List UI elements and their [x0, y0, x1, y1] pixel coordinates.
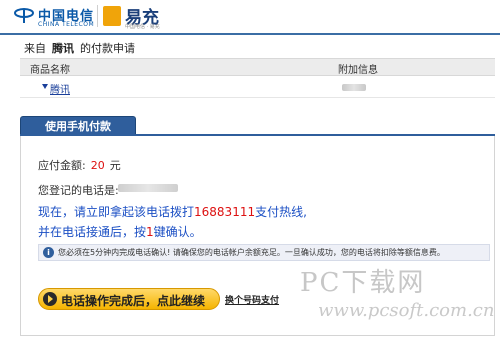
- amount-unit: 元: [109, 159, 121, 172]
- instruction-line-1: 现在，请立即拿起该电话拨打16883111支付热线,: [38, 203, 307, 220]
- notice-text: 您必须在5分钟内完成电话确认! 请确保您的电话帐户余额充足。一旦确认成功，您的电…: [58, 248, 445, 257]
- info-icon: i: [43, 247, 54, 258]
- telecom-brand-english: CHINA TELECOM: [38, 21, 95, 28]
- hotline-number: 16883111: [194, 205, 256, 219]
- play-arrow-icon: [43, 292, 57, 306]
- china-telecom-logo-icon: [14, 8, 34, 23]
- merchant-name: 腾讯: [52, 42, 74, 55]
- amount-row: 应付金额: 20 元: [38, 157, 121, 173]
- extra-info-redacted: [342, 84, 366, 91]
- merchant-prefix: 来自: [24, 42, 46, 55]
- phone-number-redacted: [118, 184, 178, 192]
- table-row: 腾讯: [20, 78, 495, 98]
- amount-value: 20: [90, 159, 105, 172]
- instruction-line-2: 并在电话接通后，按1键确认。: [38, 223, 202, 240]
- yichong-brand-subtitle: 中国电信 · 易充: [125, 24, 160, 30]
- amount-label: 应付金额:: [38, 159, 86, 172]
- merchant-request: 来自 腾讯 的付款申请: [24, 40, 135, 55]
- instruction-1-suffix: 支付热线,: [255, 205, 307, 219]
- alt-number-pay-link[interactable]: 换个号码支付: [225, 293, 279, 306]
- instruction-1-prefix: 现在，请立即拿起该电话拨打: [38, 205, 195, 219]
- expand-arrow-icon[interactable]: [42, 84, 48, 89]
- phone-label: 您登记的电话是:: [38, 184, 119, 197]
- yichong-logo-icon: [103, 6, 121, 26]
- instruction-2-prefix: 并在电话接通后，按: [38, 225, 147, 239]
- watermark-title: PC下载网: [300, 268, 426, 298]
- column-extra-info: 附加信息: [338, 65, 378, 76]
- product-link[interactable]: 腾讯: [50, 81, 70, 96]
- continue-button-label: 电话操作完成后，点此继续: [61, 294, 206, 308]
- instruction-2-suffix: 键确认。: [153, 225, 202, 239]
- merchant-suffix: 的付款申请: [80, 42, 135, 55]
- confirm-key: 1: [146, 225, 154, 239]
- watermark-url: www.pcsoft.com.cn: [318, 300, 495, 321]
- product-table-header: 商品名称 附加信息: [20, 58, 495, 76]
- logo-divider: [97, 5, 98, 27]
- column-product-name: 商品名称: [30, 65, 70, 76]
- continue-button[interactable]: 电话操作完成后，点此继续: [38, 288, 220, 310]
- notice-bar: i 您必须在5分钟内完成电话确认! 请确保您的电话帐户余额充足。一旦确认成功，您…: [38, 244, 490, 261]
- tab-mobile-payment[interactable]: 使用手机付款: [20, 116, 136, 136]
- header-divider: [0, 33, 500, 35]
- page-header: 中国电信 CHINA TELECOM 易充 中国电信 · 易充: [0, 0, 500, 34]
